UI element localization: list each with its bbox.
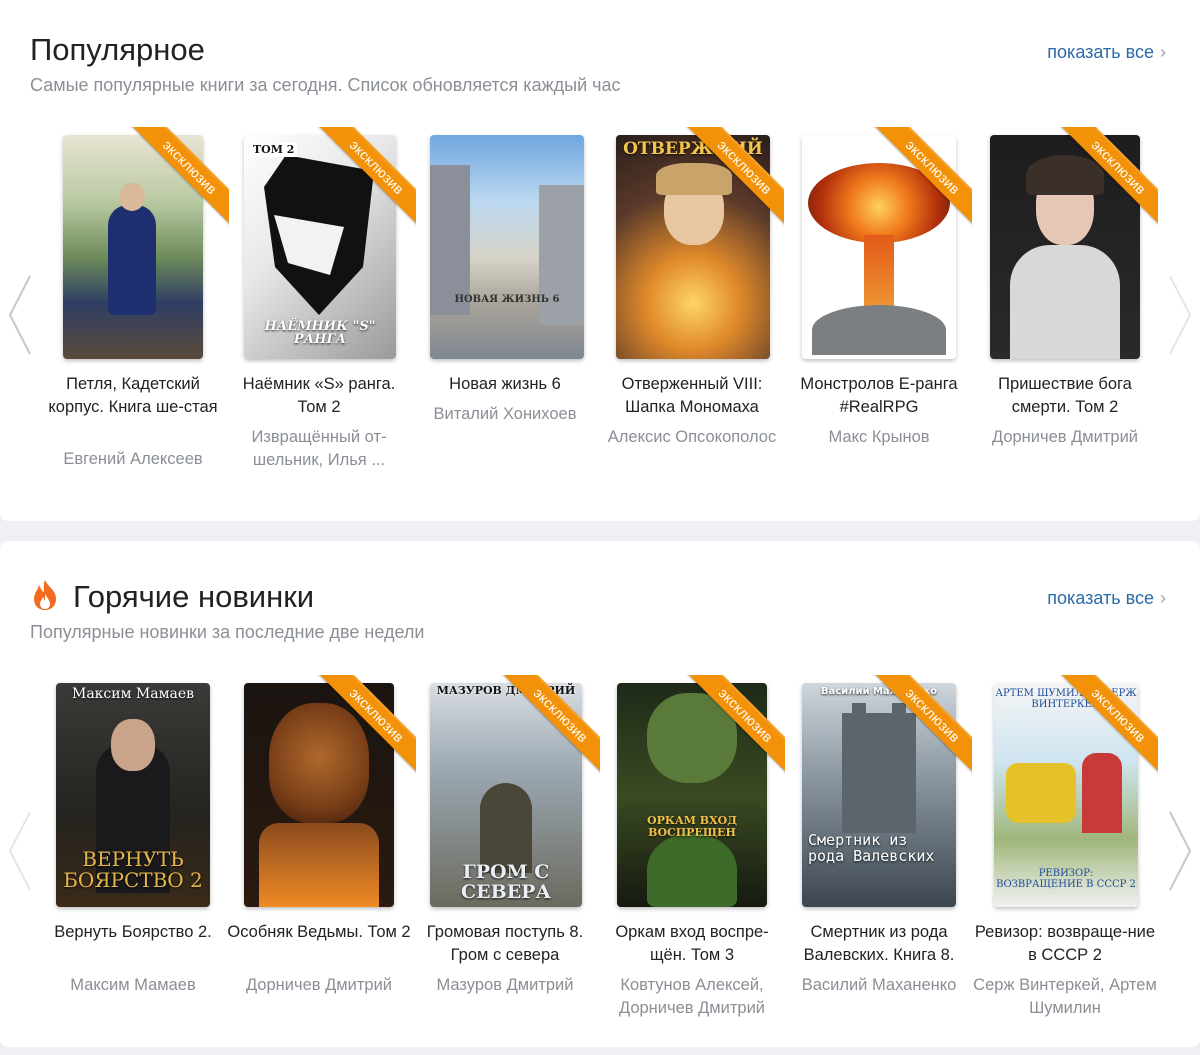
book-author[interactable]: Серж Винтеркей, Артем Шумилин [972,974,1158,1020]
book-cover[interactable]: НОВАЯ ЖИЗНЬ 6 [430,135,584,359]
popular-title: Популярное [30,32,205,67]
cover-author: МАЗУРОВ ДМИТРИЙ [436,684,576,697]
cover-volume: ТОМ 2 [250,143,298,157]
book-author[interactable]: Алексис Опсокополос [599,426,785,449]
cover-title: ГРОМ С СЕВЕРА [461,861,551,903]
cover-title: ОРКАМ ВХОД ВОСПРЕЩЕН [646,814,738,839]
book-cover[interactable]: НАЁМНИК "S" РАНГА ТОМ 2 [244,135,396,359]
book-title[interactable]: Громовая поступь 8. Гром с севера [412,921,598,967]
carousel-next-button[interactable] [1164,270,1198,360]
book-cover[interactable] [990,135,1140,359]
book-author[interactable]: Максим Мамаев [40,974,226,997]
book-cover[interactable]: ОТВЕРЖ...ИЙ [616,135,770,359]
book-author[interactable]: Виталий Хонихоев [412,403,598,426]
book-title[interactable]: Новая жизнь 6 [412,373,598,396]
book-author[interactable]: Мазуров Дмитрий [412,974,598,997]
hot-new-section: Горячие новинки Популярные новинки за по… [0,541,1200,1047]
cover-title: ВЕРНУТЬ БОЯРСТВО 2 [63,847,203,892]
book-author[interactable]: Дорничев Дмитрий [972,426,1158,449]
hot-new-show-all-link[interactable]: показать все › [1047,588,1166,609]
book-title[interactable]: Оркам вход воспре-щён. Том 3 [599,921,785,967]
popular-subtitle: Самые популярные книги за сегодня. Списо… [30,75,621,95]
book-title[interactable]: Пришествие бога смерти. Том 2 [972,373,1158,419]
chevron-right-icon [1169,811,1192,891]
book-cover[interactable] [802,135,956,359]
show-all-label: показать все [1047,588,1154,608]
book-title[interactable]: Монстролов E-ранга #RealRPG [786,373,972,419]
popular-section: Популярное Самые популярные книги за сег… [0,0,1200,521]
book-cover[interactable]: ОРКАМ ВХОД ВОСПРЕЩЕН [617,683,767,907]
chevron-right-icon: › [1160,588,1166,608]
book-cover[interactable]: МАЗУРОВ ДМИТРИЙ ГРОМ С СЕВЕРА [430,683,582,907]
book-title[interactable]: Смертник из рода Валевских. Книга 8. [786,921,972,967]
cover-title: НОВАЯ ЖИЗНЬ 6 [454,294,560,305]
book-title[interactable]: Петля, Кадетский корпус. Книга ше-стая [40,373,226,419]
cover-title: НАЁМНИК "S" РАНГА [264,318,376,348]
book-title[interactable]: Особняк Ведьмы. Том 2 [226,921,412,944]
book-title[interactable]: Ревизор: возвраще-ние в СССР 2 [972,921,1158,967]
chevron-right-icon [1169,275,1192,355]
book-author[interactable]: Василий Маханенко [786,974,972,997]
hot-new-subtitle: Популярные новинки за последние две неде… [30,622,425,642]
hot-new-title: Горячие новинки [73,579,315,614]
fire-icon [30,579,60,611]
chevron-right-icon: › [1160,42,1166,62]
book-title[interactable]: Наёмник «S» ранга. Том 2 [226,373,412,419]
book-cover[interactable]: Василий Маханенко Смертник из рода Валев… [802,683,956,907]
book-author[interactable]: Извращённый от-шельник, Илья ... [226,426,412,472]
popular-show-all-link[interactable]: показать все › [1047,42,1166,63]
cover-author: АРТЕМ ШУМИЛИН СЕРЖ ВИНТЕРКЕЙ [995,688,1137,710]
book-cover[interactable]: Максим Мамаев ВЕРНУТЬ БОЯРСТВО 2 [56,683,210,907]
book-author[interactable]: Ковтунов Алексей, Дорничев Дмитрий [599,974,785,1020]
chevron-left-icon [8,811,31,891]
carousel-prev-button[interactable] [2,806,36,896]
book-cover[interactable] [244,683,394,907]
cover-title: Смертник из рода Валевских [808,831,935,865]
book-cover[interactable]: АРТЕМ ШУМИЛИН СЕРЖ ВИНТЕРКЕЙ РЕВИЗОР: ВО… [994,683,1138,907]
cover-title: ОТВЕРЖ...ИЙ [623,139,763,159]
chevron-left-icon [8,275,31,355]
book-author[interactable]: Дорничев Дмитрий [226,974,412,997]
carousel-next-button[interactable] [1164,806,1198,896]
cover-author: Максим Мамаев [71,686,195,702]
cover-title: РЕВИЗОР: ВОЗВРАЩЕНИЕ В СССР 2 [996,868,1136,890]
show-all-label: показать все [1047,42,1154,62]
book-title[interactable]: Отверженный VIII: Шапка Мономаха [599,373,785,419]
book-author[interactable]: Макс Крынов [786,426,972,449]
book-author[interactable]: Евгений Алексеев [40,448,226,471]
cover-author: Василий Маханенко [820,686,938,697]
book-cover[interactable] [63,135,203,359]
carousel-prev-button[interactable] [2,270,36,360]
book-title[interactable]: Вернуть Боярство 2. [40,921,226,944]
